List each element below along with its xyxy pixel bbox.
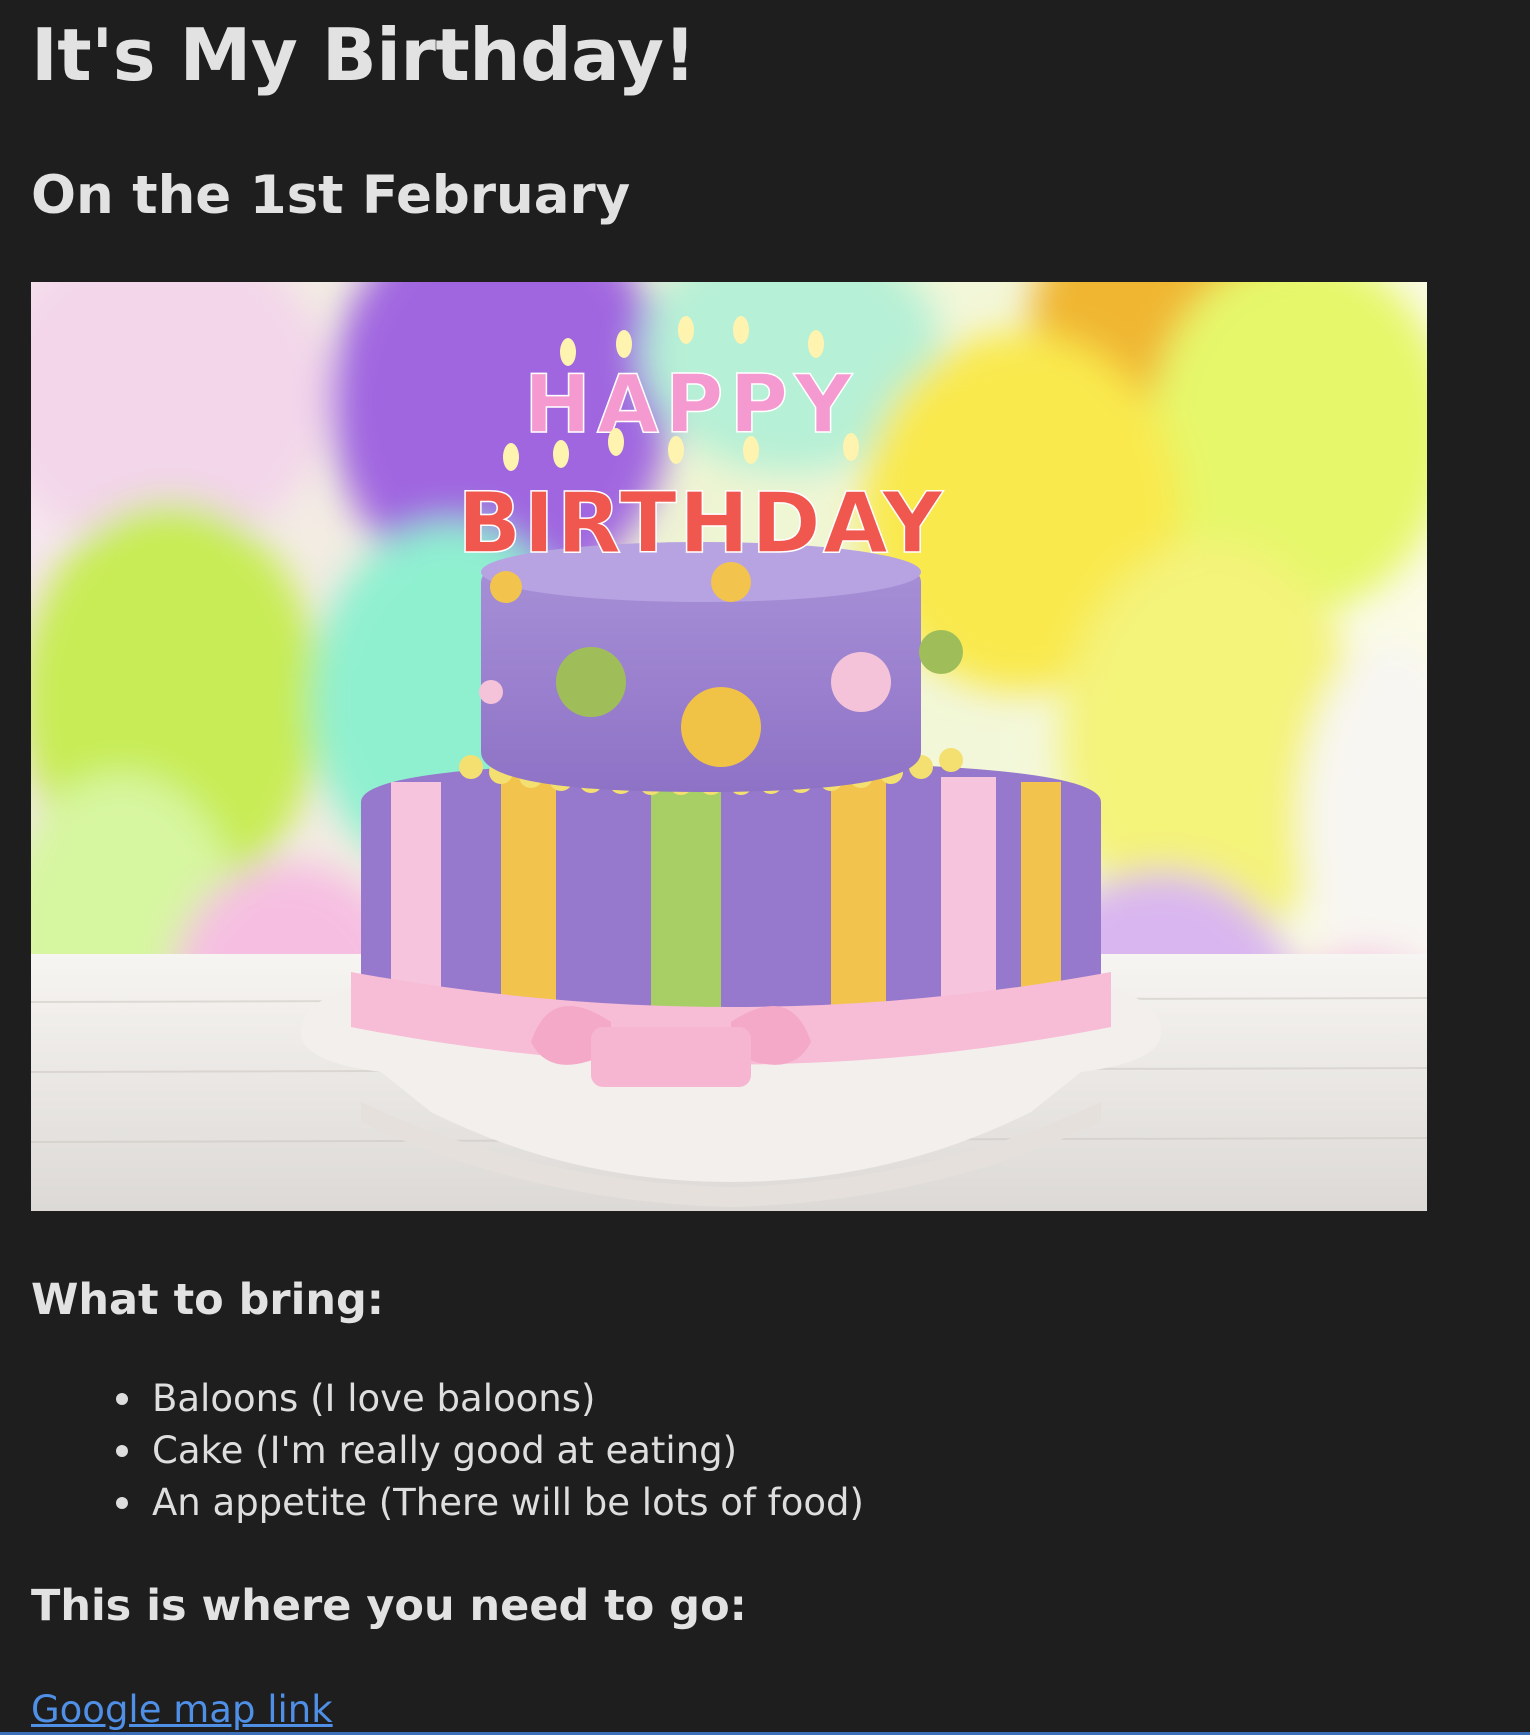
birthday-cake-image: HAPPY BIRTHDAY [31, 282, 1427, 1211]
candle-text-happy: HAPPY [524, 358, 858, 451]
page-subtitle: On the 1st February [31, 165, 631, 226]
list-item: An appetite (There will be lots of food) [31, 1477, 864, 1529]
google-map-link[interactable]: Google map link [31, 1685, 333, 1735]
page-title: It's My Birthday! [31, 13, 696, 97]
birthday-cake-photo-icon: HAPPY BIRTHDAY [31, 282, 1427, 1211]
bring-list: Baloons (I love baloons) Cake (I'm reall… [31, 1373, 864, 1529]
list-item-text: Baloons (I love baloons) [152, 1377, 596, 1420]
bullet-icon [116, 1497, 128, 1509]
what-to-bring-heading: What to bring: [31, 1275, 384, 1325]
bullet-icon [116, 1445, 128, 1457]
list-item-text: An appetite (There will be lots of food) [152, 1481, 864, 1524]
list-item: Baloons (I love baloons) [31, 1373, 864, 1425]
candle-text-birthday: BIRTHDAY [457, 474, 944, 572]
where-to-go-heading: This is where you need to go: [31, 1581, 747, 1631]
list-item-text: Cake (I'm really good at eating) [152, 1429, 738, 1472]
bullet-icon [116, 1393, 128, 1405]
list-item: Cake (I'm really good at eating) [31, 1425, 864, 1477]
